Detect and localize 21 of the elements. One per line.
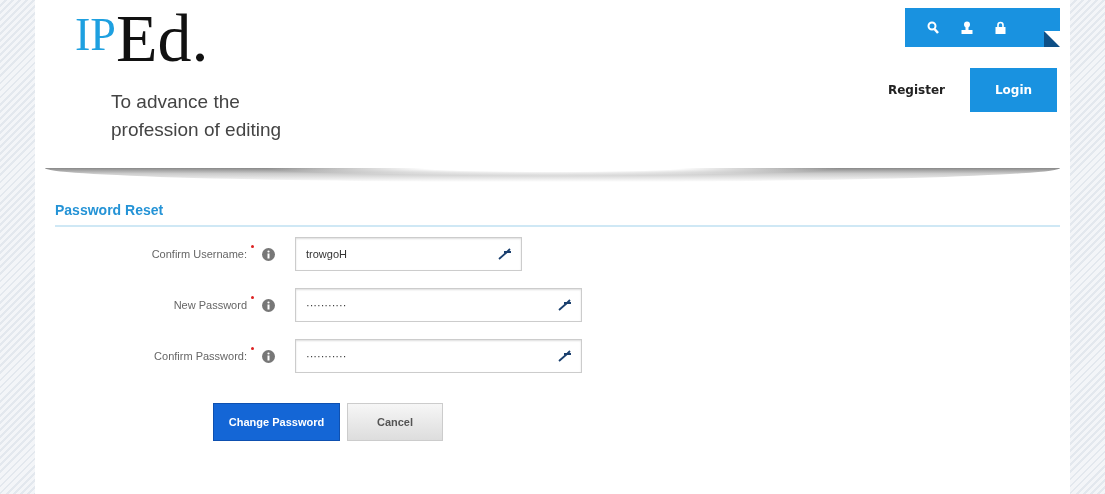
field-label: Confirm Username: [151,248,247,260]
lock-icon[interactable] [995,21,1006,34]
change-password-button[interactable]: Change Password [213,403,340,441]
info-icon[interactable] [262,298,275,312]
register-link[interactable]: Register [887,83,945,97]
user-icon[interactable] [961,21,973,34]
section-title: Password Reset [55,202,1060,227]
info-icon[interactable] [262,349,275,363]
key-icon [558,350,572,362]
input-field[interactable]: ··········· [295,288,582,322]
cancel-button[interactable]: Cancel [347,403,443,441]
folded-corner [1044,31,1060,47]
field-label: Confirm Password: [154,350,247,362]
search-icon[interactable] [927,21,939,34]
key-icon [558,299,572,311]
key-icon [498,248,512,260]
input-field[interactable]: ··········· [295,339,582,373]
info-icon[interactable] [262,247,275,261]
field-label: New Password [173,299,247,311]
tagline: To advance the profession of editing [111,90,283,142]
input-field[interactable]: trowgoH [295,237,522,271]
